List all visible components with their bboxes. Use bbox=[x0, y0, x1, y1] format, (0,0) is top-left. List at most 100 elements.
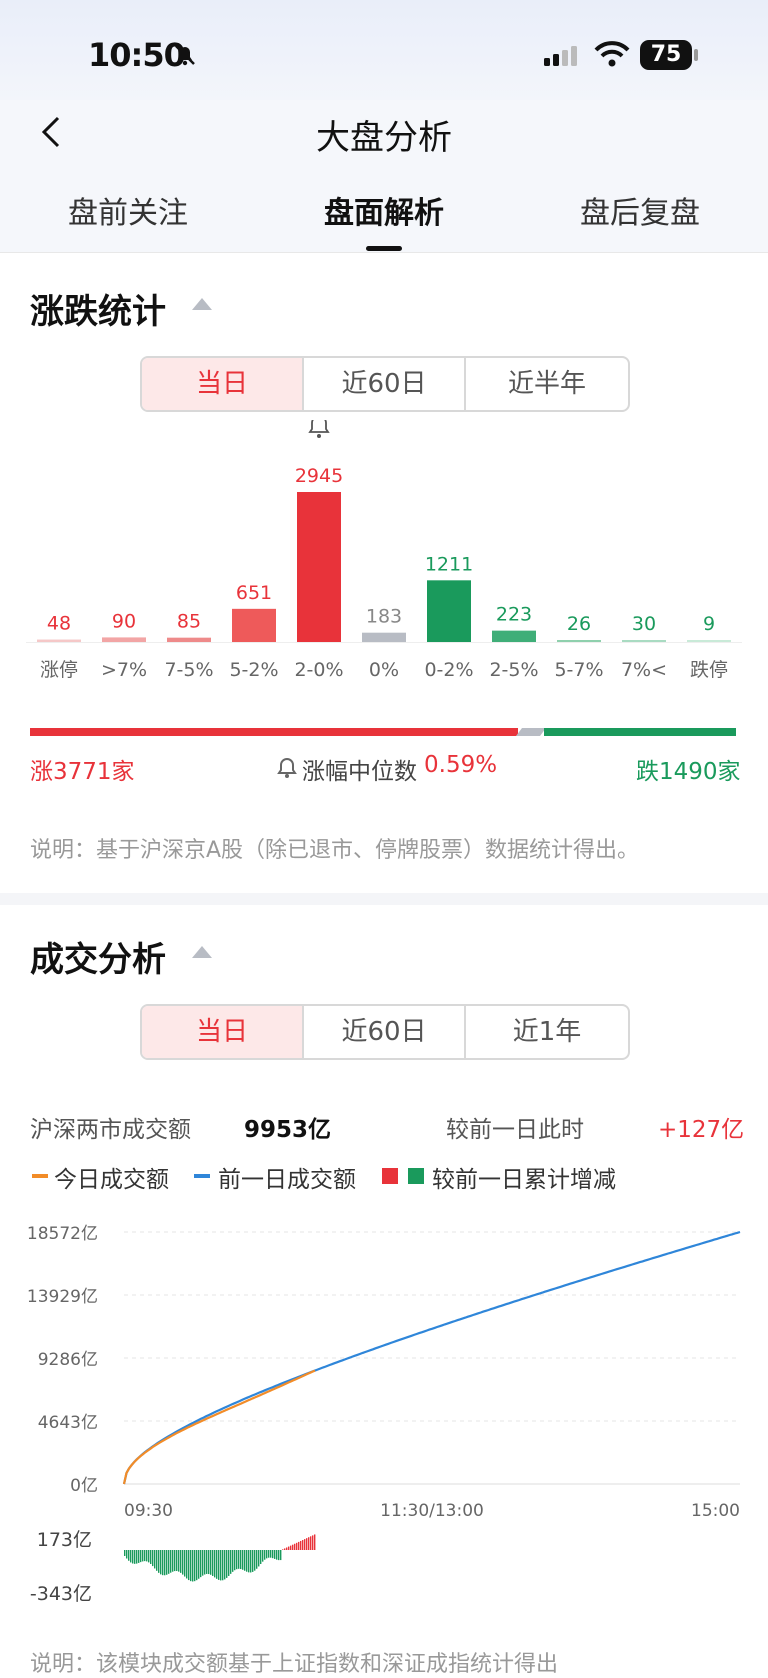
diff-bar bbox=[192, 1550, 194, 1582]
flat-ratio-bar bbox=[516, 728, 546, 736]
diff-bar bbox=[216, 1550, 218, 1579]
diff-bar bbox=[178, 1550, 180, 1572]
diff-bar bbox=[246, 1550, 248, 1572]
battery-indicator: 75 bbox=[640, 40, 692, 70]
section-title-updown: 涨跌统计 bbox=[30, 292, 166, 332]
page-title: 大盘分析 bbox=[316, 118, 452, 158]
diff-bar bbox=[274, 1550, 276, 1559]
diff-bar bbox=[134, 1550, 136, 1564]
bar-category-label: 7%< bbox=[621, 659, 667, 680]
diff-bar bbox=[260, 1550, 262, 1564]
tab-premarket[interactable]: 盘前关注 bbox=[28, 188, 228, 232]
diff-bar bbox=[182, 1550, 184, 1575]
bar-category-label: 5-7% bbox=[554, 659, 603, 680]
up-ratio-bar bbox=[30, 728, 518, 736]
bar bbox=[37, 639, 81, 642]
legend-swatch-down bbox=[408, 1168, 424, 1184]
tab-market-analysis[interactable]: 盘面解析 bbox=[284, 188, 484, 232]
bar bbox=[427, 580, 471, 642]
period-switch-turnover: 当日 近60日 近1年 bbox=[140, 1004, 630, 1060]
wifi-icon bbox=[594, 41, 630, 67]
turnover-value: 9953亿 bbox=[244, 1117, 332, 1143]
bar bbox=[622, 640, 666, 642]
diff-bar bbox=[222, 1550, 224, 1581]
bar-value-label: 85 bbox=[177, 611, 201, 633]
diff-bar bbox=[236, 1550, 238, 1570]
diff-bar bbox=[168, 1550, 170, 1574]
updown-bar-chart: 48 涨停 90 >7% 85 7-5% 651 5-2% 2945 2-0% 183 0% 1211 0… bbox=[26, 420, 742, 680]
compare-value: +127亿 bbox=[658, 1117, 745, 1143]
segment-half-year[interactable]: 近半年 bbox=[466, 358, 628, 410]
legend-swatch-today bbox=[32, 1174, 48, 1178]
down-count: 跌1490家 bbox=[636, 759, 741, 785]
legend-swatch-prev bbox=[194, 1174, 210, 1178]
bar bbox=[167, 637, 211, 642]
diff-bar bbox=[194, 1550, 196, 1582]
bar-category-label: 5-2% bbox=[229, 659, 278, 680]
segment-today-2[interactable]: 当日 bbox=[142, 1006, 304, 1058]
diff-bar bbox=[174, 1550, 176, 1572]
bar-value-label: 9 bbox=[703, 613, 715, 635]
bar-value-label: 26 bbox=[567, 613, 591, 635]
diff-bar bbox=[172, 1550, 174, 1572]
segment-60d-2[interactable]: 近60日 bbox=[304, 1006, 466, 1058]
tab-postmarket[interactable]: 盘后复盘 bbox=[540, 188, 740, 232]
diff-bar bbox=[312, 1535, 314, 1550]
bar bbox=[232, 608, 276, 642]
header-divider bbox=[0, 252, 768, 253]
diff-bar bbox=[138, 1550, 140, 1563]
x-tick-label: 15:00 bbox=[691, 1501, 740, 1521]
diff-bar bbox=[300, 1540, 302, 1550]
bar-value-label: 30 bbox=[632, 613, 656, 635]
bar bbox=[102, 637, 146, 642]
diff-bar bbox=[124, 1550, 126, 1556]
diff-bar bbox=[250, 1550, 252, 1573]
legend-diff: 较前一日累计增减 bbox=[432, 1167, 616, 1193]
diff-bar bbox=[198, 1550, 200, 1579]
diff-bar bbox=[158, 1550, 160, 1573]
bar-category-label: 2-0% bbox=[294, 659, 343, 680]
diff-bar bbox=[190, 1550, 192, 1582]
diff-bar bbox=[224, 1550, 226, 1580]
bar-value-label: 48 bbox=[47, 613, 71, 635]
diff-bar bbox=[256, 1550, 258, 1569]
diff-bar bbox=[302, 1540, 304, 1550]
diff-bar bbox=[132, 1550, 134, 1564]
period-switch-updown: 当日 近60日 近半年 bbox=[140, 356, 630, 412]
x-tick-label: 11:30/13:00 bbox=[380, 1501, 484, 1521]
mute-bell-icon bbox=[175, 45, 195, 66]
diff-bar bbox=[314, 1534, 316, 1550]
turnover-label: 沪深两市成交额 bbox=[30, 1117, 191, 1143]
segment-today[interactable]: 当日 bbox=[142, 358, 304, 410]
diff-bar bbox=[152, 1550, 154, 1567]
legend-prev: 前一日成交额 bbox=[218, 1167, 356, 1193]
diff-bar bbox=[204, 1550, 206, 1575]
diff-bar bbox=[128, 1550, 130, 1561]
diff-bar bbox=[154, 1550, 156, 1569]
segment-1y[interactable]: 近1年 bbox=[466, 1006, 628, 1058]
diff-bar bbox=[276, 1550, 278, 1560]
diff-bar bbox=[184, 1550, 186, 1577]
y-tick-label: 9286亿 bbox=[38, 1350, 98, 1370]
diff-bar bbox=[130, 1550, 132, 1563]
diff-bar bbox=[284, 1548, 286, 1550]
segment-60d[interactable]: 近60日 bbox=[304, 358, 466, 410]
turnover-line-chart: 18572亿 13929亿 9286亿 4643亿 0亿 09:30 11:30/13:00… bbox=[27, 1224, 741, 1605]
max-bell-icon bbox=[308, 420, 330, 438]
diff-bar bbox=[290, 1545, 292, 1550]
bar bbox=[297, 492, 341, 642]
diff-bar bbox=[298, 1541, 300, 1550]
diff-bar bbox=[208, 1550, 210, 1575]
collapse-caret-icon-2[interactable] bbox=[192, 946, 212, 958]
section-title-turnover: 成交分析 bbox=[30, 940, 166, 980]
battery-tip bbox=[694, 49, 698, 61]
bar bbox=[557, 640, 601, 642]
diff-bar bbox=[164, 1550, 166, 1576]
signal-icon bbox=[544, 46, 577, 66]
diff-tick-top: 173亿 bbox=[37, 1529, 92, 1551]
diff-bar bbox=[266, 1550, 268, 1559]
collapse-caret-icon[interactable] bbox=[192, 298, 212, 310]
diff-bar bbox=[308, 1537, 310, 1550]
diff-bar bbox=[234, 1550, 236, 1571]
diff-bar bbox=[142, 1550, 144, 1562]
